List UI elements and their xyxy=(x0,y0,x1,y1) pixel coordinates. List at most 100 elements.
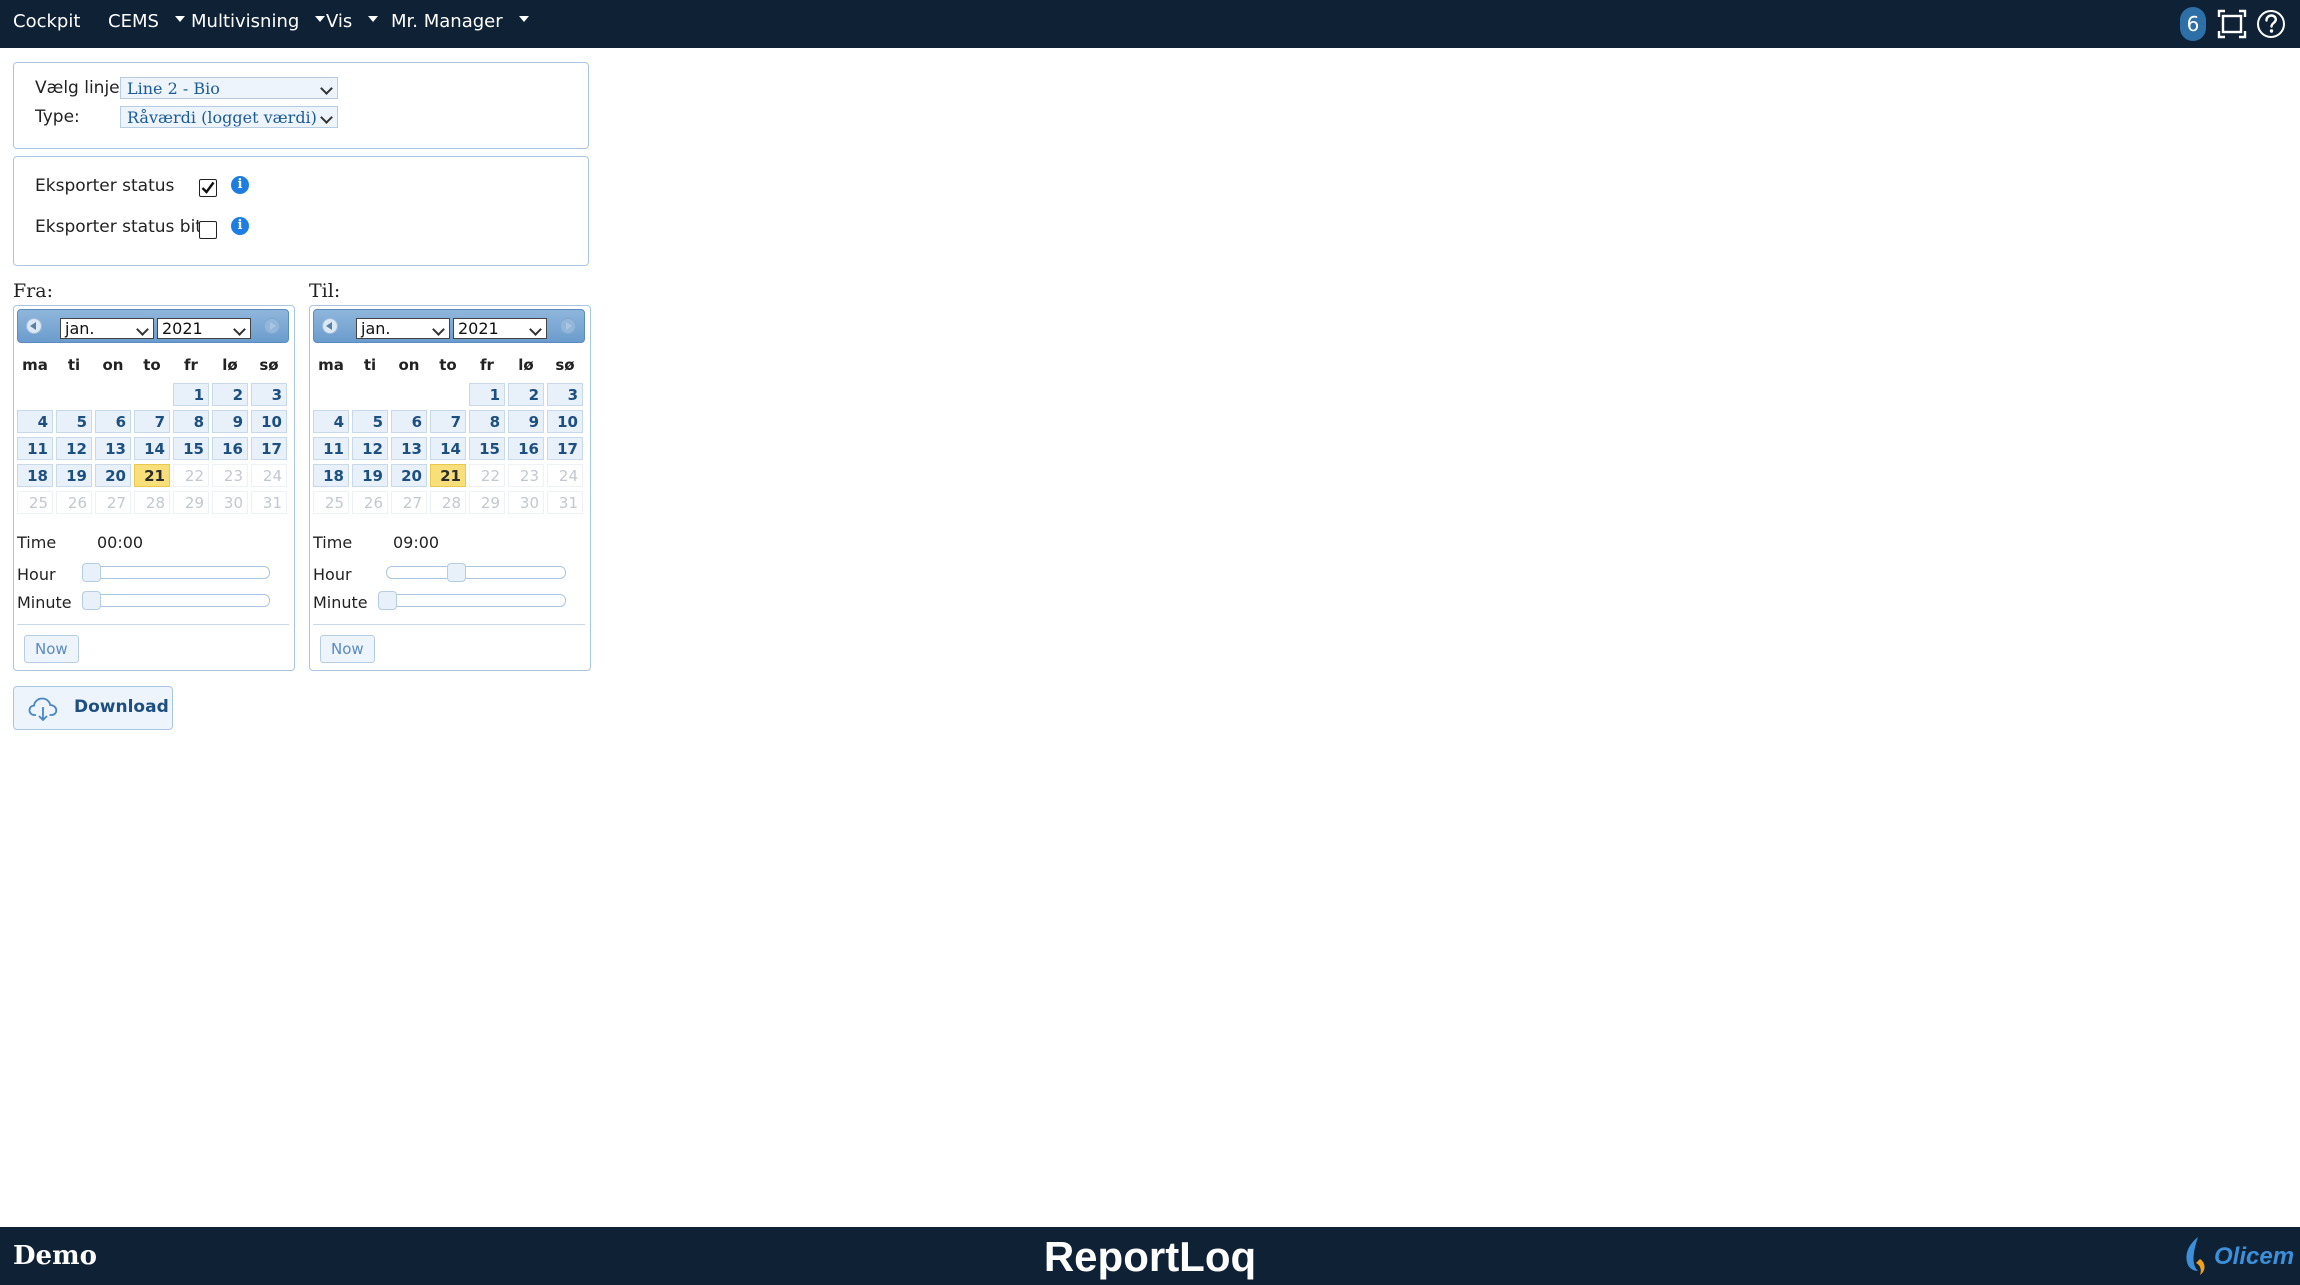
calendar-day[interactable]: 10 xyxy=(547,410,583,433)
nav-multivisning-label: Multivisning xyxy=(191,11,300,32)
calendar-day[interactable]: 8 xyxy=(469,410,505,433)
calendar-day[interactable]: 5 xyxy=(352,410,388,433)
from-now-button[interactable]: Now xyxy=(24,635,79,663)
nav-multivisning-menu[interactable]: Multivisning xyxy=(191,0,326,48)
prev-month-icon[interactable] xyxy=(322,318,338,334)
weekday-header: sø xyxy=(259,356,279,374)
calendar-day[interactable]: 4 xyxy=(313,410,349,433)
calendar-day[interactable]: 1 xyxy=(173,383,209,406)
nav-vis-menu[interactable]: Vis xyxy=(326,0,379,48)
line-select[interactable]: Line 2 - Bio xyxy=(120,77,338,99)
calendar-day[interactable]: 2 xyxy=(508,383,544,406)
calendar-day[interactable]: 21 xyxy=(134,464,170,487)
next-month-icon xyxy=(264,318,280,334)
cloud-download-icon xyxy=(28,697,58,722)
calendar-day[interactable]: 17 xyxy=(251,437,287,460)
calendar-day[interactable]: 15 xyxy=(469,437,505,460)
from-month-select[interactable]: jan. xyxy=(60,318,154,339)
calendar-day[interactable]: 9 xyxy=(508,410,544,433)
calendar-day[interactable]: 16 xyxy=(212,437,248,460)
calendar-day[interactable]: 13 xyxy=(391,437,427,460)
from-minute-slider[interactable] xyxy=(82,591,270,610)
notification-badge[interactable]: 6 xyxy=(2180,7,2206,41)
export-status-checkbox[interactable] xyxy=(199,179,217,197)
type-label: Type: xyxy=(35,107,80,127)
minute-label: Minute xyxy=(313,593,368,612)
chevron-down-icon xyxy=(529,323,542,336)
calendar-day[interactable]: 11 xyxy=(17,437,53,460)
to-month-select[interactable]: jan. xyxy=(356,318,450,339)
calendar-day: 26 xyxy=(56,491,92,514)
calendar-day[interactable]: 6 xyxy=(95,410,131,433)
calendar-day[interactable]: 20 xyxy=(95,464,131,487)
from-hour-slider[interactable] xyxy=(82,563,270,582)
calendar-day[interactable]: 19 xyxy=(352,464,388,487)
calendar-day[interactable]: 7 xyxy=(430,410,466,433)
export-status-bit-checkbox[interactable] xyxy=(199,221,217,239)
calendar-day[interactable]: 19 xyxy=(56,464,92,487)
calendar-day[interactable]: 5 xyxy=(56,410,92,433)
prev-month-icon[interactable] xyxy=(26,318,42,334)
calendar-day[interactable]: 17 xyxy=(547,437,583,460)
to-now-button[interactable]: Now xyxy=(320,635,375,663)
calendar-day[interactable]: 10 xyxy=(251,410,287,433)
slider-handle[interactable] xyxy=(82,563,101,582)
chevron-down-icon xyxy=(136,323,149,336)
nav-user-label: Mr. Manager xyxy=(391,11,503,32)
calendar-day: 30 xyxy=(508,491,544,514)
to-minute-slider[interactable] xyxy=(378,591,566,610)
calendar-day[interactable]: 12 xyxy=(352,437,388,460)
calendar-day[interactable]: 20 xyxy=(391,464,427,487)
to-datepicker: jan. 2021 ma ti on to fr lø sø 1 2 3 4 5 6 7 8 9 10 11 12… xyxy=(309,305,591,671)
calendar-day[interactable]: 18 xyxy=(313,464,349,487)
nav-user-menu[interactable]: Mr. Manager xyxy=(391,0,529,48)
minute-label: Minute xyxy=(17,593,72,612)
calendar-day[interactable]: 6 xyxy=(391,410,427,433)
calendar-day[interactable]: 13 xyxy=(95,437,131,460)
calendar-day[interactable]: 21 xyxy=(430,464,466,487)
from-year-select[interactable]: 2021 xyxy=(157,318,251,339)
calendar-day[interactable]: 9 xyxy=(212,410,248,433)
calendar-day: 22 xyxy=(469,464,505,487)
nav-cockpit[interactable]: Cockpit xyxy=(13,0,80,48)
nav-cems-menu[interactable]: CEMS xyxy=(108,0,185,48)
weekday-header: on xyxy=(398,356,420,374)
info-icon[interactable]: i xyxy=(231,217,249,235)
calendar-day[interactable]: 15 xyxy=(173,437,209,460)
calendar-day[interactable]: 7 xyxy=(134,410,170,433)
to-hour-slider[interactable] xyxy=(386,563,566,582)
calendar-day[interactable]: 18 xyxy=(17,464,53,487)
from-datepicker: jan. 2021 ma ti on to fr lø sø 1 2 3 4 5 6 7 8 9 10 11 12… xyxy=(13,305,295,671)
slider-handle[interactable] xyxy=(82,591,101,610)
calendar-day[interactable]: 14 xyxy=(430,437,466,460)
calendar-day[interactable]: 12 xyxy=(56,437,92,460)
checkmark-icon xyxy=(201,181,215,194)
to-time-value: 09:00 xyxy=(393,533,440,552)
calendar-day[interactable]: 16 xyxy=(508,437,544,460)
calendar-day[interactable]: 3 xyxy=(251,383,287,406)
calendar-day[interactable]: 2 xyxy=(212,383,248,406)
to-year-select[interactable]: 2021 xyxy=(453,318,547,339)
fullscreen-icon[interactable] xyxy=(2216,8,2248,40)
calendar-day[interactable]: 3 xyxy=(547,383,583,406)
calendar-day: 27 xyxy=(391,491,427,514)
type-select[interactable]: Råværdi (logget værdi) xyxy=(120,106,338,128)
help-icon[interactable] xyxy=(2255,8,2287,40)
download-button[interactable]: Download xyxy=(13,686,173,730)
weekday-header: on xyxy=(102,356,124,374)
slider-handle[interactable] xyxy=(447,563,467,582)
calendar-day[interactable]: 1 xyxy=(469,383,505,406)
calendar-day[interactable]: 14 xyxy=(134,437,170,460)
calendar-day[interactable]: 11 xyxy=(313,437,349,460)
slider-handle[interactable] xyxy=(378,591,397,610)
weekday-header: ma xyxy=(22,356,48,374)
calendar-day[interactable]: 8 xyxy=(173,410,209,433)
calendar-day: 25 xyxy=(17,491,53,514)
line-label: Vælg linje: xyxy=(35,78,126,98)
info-icon[interactable]: i xyxy=(231,176,249,194)
calendar-day: 30 xyxy=(212,491,248,514)
calendar-day[interactable]: 4 xyxy=(17,410,53,433)
top-navbar: Cockpit CEMS Multivisning Vis Mr. Manage… xyxy=(0,0,2300,48)
divider xyxy=(313,624,585,625)
caret-down-icon xyxy=(315,16,326,22)
